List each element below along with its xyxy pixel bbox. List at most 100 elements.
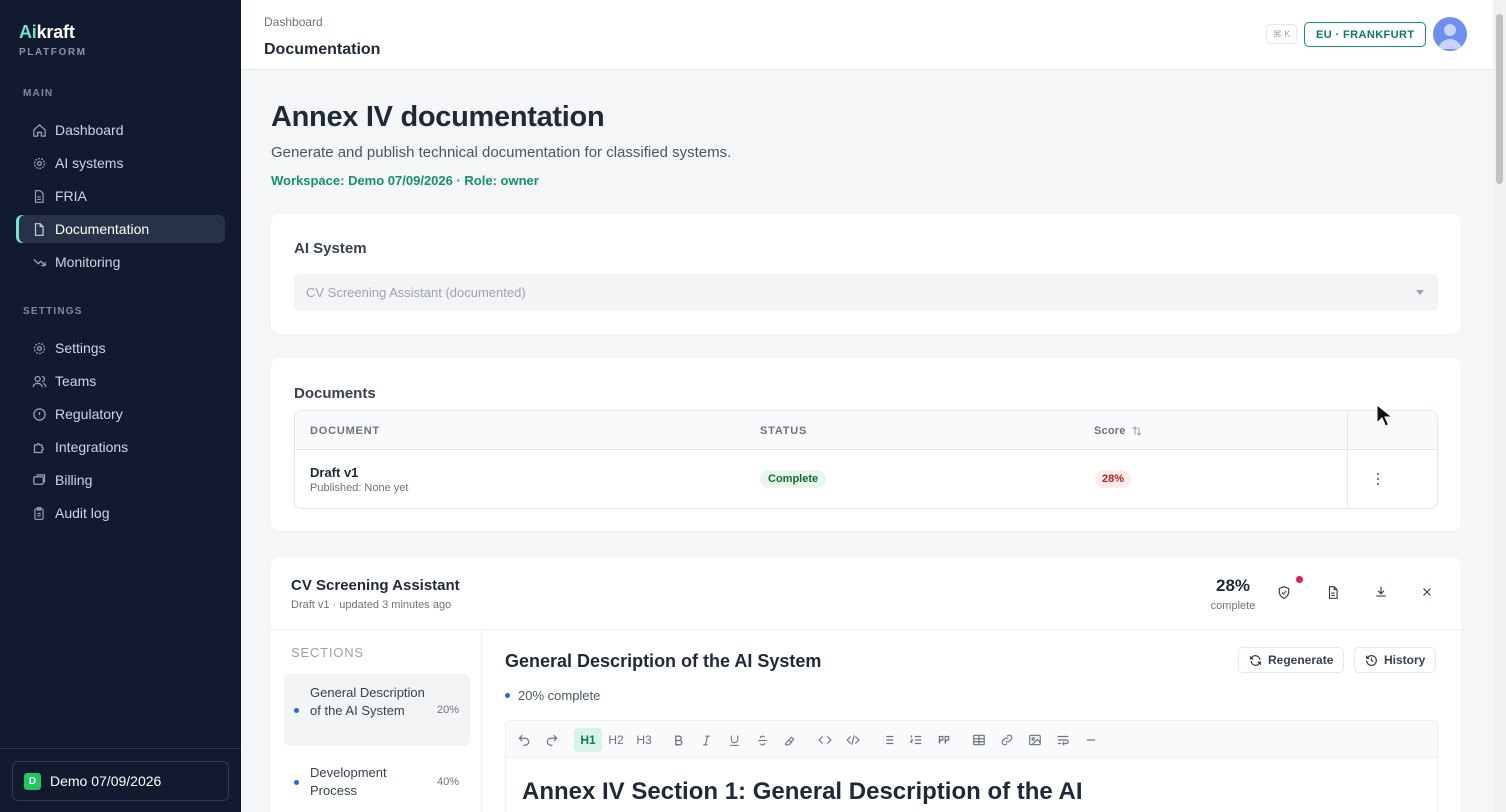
sidebar-item-monitoring[interactable]: Monitoring — [16, 248, 225, 276]
heading-3-button[interactable]: H3 — [632, 728, 656, 752]
ordered-list-button[interactable] — [904, 728, 928, 752]
column-status: STATUS — [760, 425, 808, 437]
user-icon — [1438, 24, 1462, 49]
table-button[interactable] — [967, 728, 991, 752]
nav-section-settings: SETTINGS — [23, 306, 83, 317]
strikethrough-icon — [757, 735, 767, 745]
documents-card: Documents DOCUMENT STATUS Score Draft v1… — [271, 358, 1461, 531]
command-shortcut[interactable]: ⌘ K — [1266, 24, 1297, 44]
bullet-list-button[interactable] — [876, 728, 900, 752]
editor-version-info: Draft v1 · updated 3 minutes ago — [291, 599, 452, 611]
highlighter-icon — [784, 735, 795, 745]
italic-button[interactable] — [694, 728, 718, 752]
sidebar-item-label: Settings — [55, 340, 106, 356]
documents-table: DOCUMENT STATUS Score Draft v1 Published… — [294, 410, 1438, 509]
sidebar-item-audit-log[interactable]: Audit log — [16, 499, 225, 527]
users-icon — [31, 373, 47, 389]
more-options-icon[interactable] — [1373, 471, 1383, 487]
section-item-percent: 20% — [436, 704, 459, 716]
blockquote-button[interactable] — [932, 728, 956, 752]
nav-section-main: MAIN — [23, 88, 54, 99]
download-button[interactable] — [1369, 580, 1393, 604]
heading-1-button[interactable]: H1 — [574, 728, 602, 752]
column-score-sort[interactable]: Score — [1094, 425, 1143, 437]
brand-logo[interactable]: Aikraft PLATFORM — [19, 22, 87, 58]
score-badge: 28% — [1095, 470, 1132, 488]
brand-prefix: Ai — [19, 22, 37, 42]
image-button[interactable] — [1023, 728, 1047, 752]
sidebar-item-integrations[interactable]: Integrations — [16, 433, 225, 461]
content-heading[interactable]: Annex IV Section 1: General Description … — [522, 778, 1083, 806]
page-scrollbar[interactable] — [1493, 0, 1506, 812]
redo-button[interactable] — [540, 728, 564, 752]
strikethrough-button[interactable] — [750, 728, 774, 752]
ai-system-label: AI System — [294, 240, 367, 257]
bold-button[interactable] — [666, 728, 690, 752]
section-item-title: General Description of the AI System — [310, 685, 425, 718]
heading-2-button[interactable]: H2 — [604, 728, 628, 752]
notification-dot — [1296, 576, 1303, 583]
history-label: History — [1384, 653, 1426, 667]
scroll-thumb[interactable] — [1496, 14, 1503, 184]
highlight-button[interactable] — [778, 728, 802, 752]
document-published: Published: None yet — [310, 482, 409, 494]
file-icon — [31, 188, 47, 204]
document-name[interactable]: Draft v1 — [310, 465, 358, 480]
section-status-dot — [294, 708, 299, 713]
sidebar-item-label: Documentation — [55, 221, 150, 237]
section-progress-text: 20% complete — [518, 688, 601, 703]
code-block-icon — [846, 735, 860, 745]
section-title: General Description of the AI System — [505, 651, 822, 671]
sidebar-item-teams[interactable]: Teams — [16, 367, 225, 395]
region-badge[interactable]: EU · FRANKFURT — [1304, 22, 1427, 47]
sidebar-item-dashboard[interactable]: Dashboard — [16, 116, 225, 144]
column-score-label: Score — [1094, 425, 1126, 437]
bold-icon — [674, 735, 682, 745]
close-editor-button[interactable] — [1415, 580, 1439, 604]
preview-document-button[interactable] — [1321, 580, 1345, 604]
sidebar-item-fria[interactable]: FRIA — [16, 182, 225, 210]
link-icon — [1001, 734, 1013, 746]
underline-button[interactable] — [722, 728, 746, 752]
inline-code-button[interactable] — [813, 728, 837, 752]
column-divider — [1347, 411, 1348, 508]
horizontal-rule-button[interactable] — [1079, 728, 1103, 752]
image-icon — [1029, 734, 1041, 746]
page-header-title: Documentation — [264, 41, 381, 58]
undo-button[interactable] — [512, 728, 536, 752]
regenerate-button[interactable]: Regenerate — [1238, 647, 1345, 673]
ai-system-select[interactable]: CV Screening Assistant (documented) — [294, 274, 1438, 311]
history-button[interactable]: History — [1354, 647, 1437, 673]
document-icon — [31, 221, 47, 237]
sidebar-item-ai-systems[interactable]: AI systems — [16, 149, 225, 177]
section-item-development-process[interactable]: Development Process 40% — [284, 754, 470, 810]
section-item-general-description[interactable]: General Description of the AI System 20% — [284, 674, 470, 746]
sidebar-item-settings[interactable]: Settings — [16, 334, 225, 362]
ai-system-selected: CV Screening Assistant (documented) — [306, 285, 526, 300]
workspace-switcher[interactable]: D Demo 07/09/2026 — [12, 761, 229, 801]
compliance-check-button[interactable] — [1272, 580, 1296, 604]
sidebar-item-documentation[interactable]: Documentation — [16, 215, 225, 243]
avatar[interactable] — [1433, 17, 1467, 51]
editor-content[interactable]: Annex IV Section 1: General Description … — [505, 758, 1438, 812]
ordered-list-icon — [909, 735, 922, 745]
sidebar-item-billing[interactable]: Billing — [16, 466, 225, 494]
gear-icon — [31, 155, 47, 171]
breadcrumb[interactable]: Dashboard — [264, 15, 323, 29]
text-wrap-button[interactable] — [1051, 728, 1075, 752]
brand-name: Aikraft — [19, 22, 87, 43]
italic-icon — [702, 735, 710, 745]
mouse-cursor-icon — [1376, 404, 1392, 427]
documents-label: Documents — [294, 385, 376, 402]
sidebar-item-label: Billing — [55, 472, 93, 488]
link-button[interactable] — [995, 728, 1019, 752]
sidebar-item-regulatory[interactable]: Regulatory — [16, 400, 225, 428]
workspace-badge: D — [24, 772, 41, 790]
sidebar-item-label: FRIA — [55, 188, 87, 204]
workspace-name: Demo 07/09/2026 — [50, 773, 162, 789]
sidebar-item-label: Integrations — [55, 439, 129, 455]
code-block-button[interactable] — [841, 728, 865, 752]
file-text-icon — [1328, 585, 1338, 599]
ai-system-card: AI System CV Screening Assistant (docume… — [271, 214, 1461, 334]
horizontal-rule-icon — [1086, 739, 1096, 741]
